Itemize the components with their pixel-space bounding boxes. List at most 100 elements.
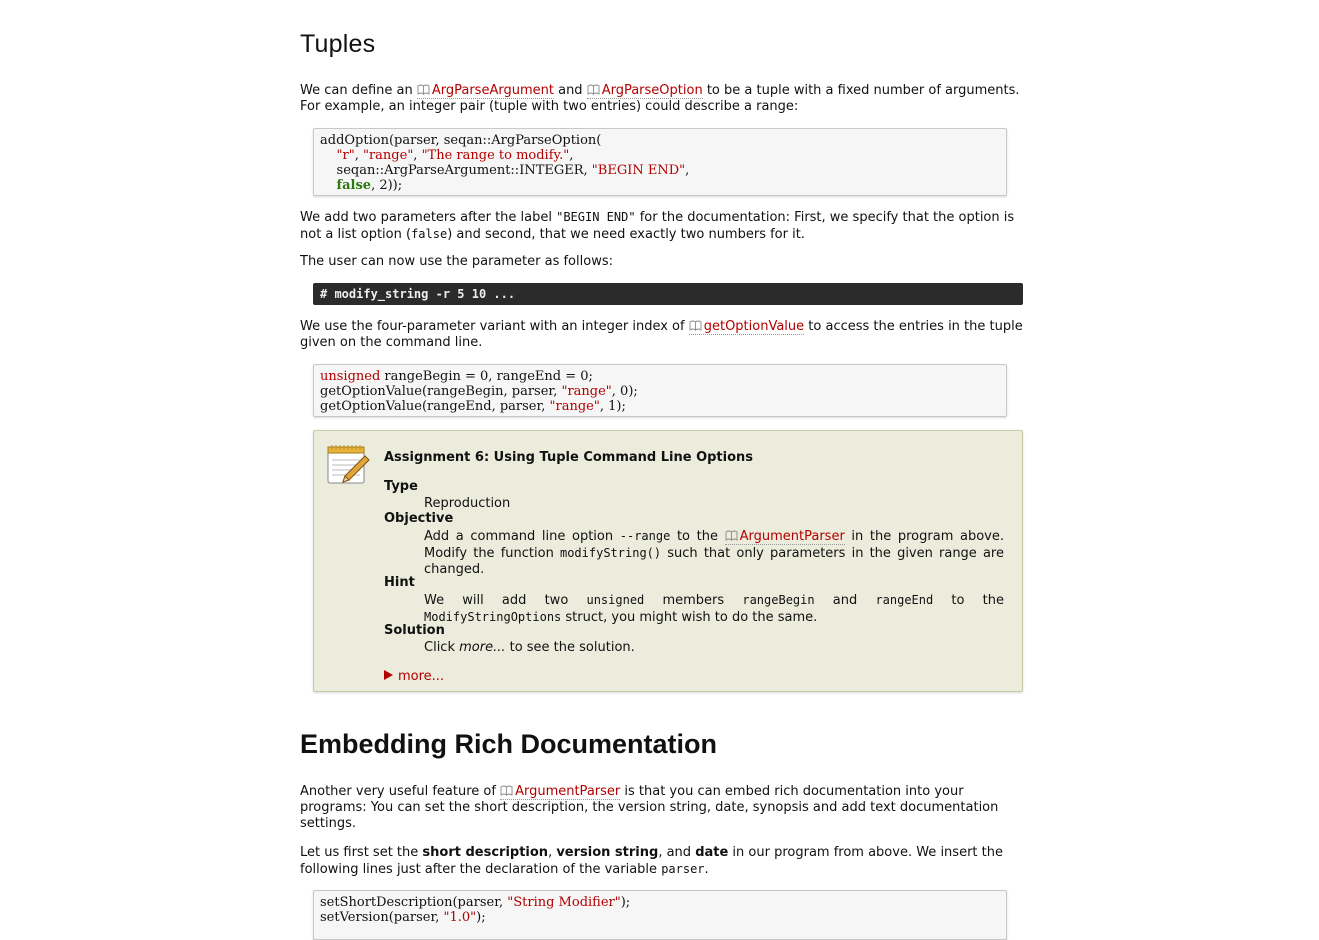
book-icon — [725, 530, 738, 541]
code-token: ); — [476, 910, 486, 925]
code-token: seqan::ArgParseArgument::INTEGER, — [320, 163, 592, 178]
inline-code: rangeBegin — [742, 593, 815, 607]
inline-code: ModifyStringOptions — [424, 610, 562, 624]
code-token: , 2)); — [371, 178, 403, 193]
book-icon — [689, 320, 702, 331]
text: Add a command line option — [424, 529, 620, 544]
text: to see the solution. — [505, 640, 635, 655]
link-getoptionvalue[interactable]: getOptionValue — [688, 319, 805, 335]
rich-paragraph-1: Another very useful feature of ArgumentP… — [300, 784, 1032, 832]
console-block: # modify_string -r 5 10 ... — [313, 283, 1023, 305]
link-text: ArgParseOption — [601, 83, 703, 98]
code-token: , — [354, 148, 363, 163]
link-argumentparser[interactable]: ArgumentParser — [724, 529, 845, 545]
code-token: addOption(parser, seqan::ArgParseOption( — [320, 133, 602, 148]
text: and — [814, 593, 876, 608]
notepad-pencil-icon — [327, 445, 370, 484]
bold-text: version string — [556, 845, 659, 860]
code-token: rangeBegin = 0, rangeEnd = 0; — [380, 369, 593, 384]
code-line: seqan::ArgParseArgument::INTEGER, "BEGIN… — [320, 163, 1000, 178]
text: to the — [933, 593, 1004, 608]
solution-label: Solution — [384, 623, 445, 638]
code-token: setVersion(parser, — [320, 910, 444, 925]
code-block-setdescription: setShortDescription(parser, "String Modi… — [313, 890, 1007, 940]
inline-code: unsigned — [586, 593, 645, 607]
text: . — [704, 862, 709, 877]
code-string: "BEGIN END" — [591, 163, 686, 178]
book-icon — [500, 785, 513, 796]
code-token: setShortDescription(parser, — [320, 895, 508, 910]
triangle-right-icon — [384, 670, 393, 680]
tuples-paragraph-2: We add two parameters after the label "B… — [300, 209, 1032, 243]
code-block-getoptionvalue: unsigned rangeBegin = 0, rangeEnd = 0; ge… — [313, 364, 1007, 417]
code-token: , 0); — [611, 384, 638, 399]
hint-text: We will add two unsigned members rangeBe… — [424, 592, 1004, 626]
code-line: unsigned rangeBegin = 0, rangeEnd = 0; — [320, 369, 1000, 384]
tuples-paragraph-3: The user can now use the parameter as fo… — [300, 254, 613, 269]
link-text: getOptionValue — [703, 319, 805, 334]
book-icon — [587, 84, 600, 95]
more-toggle[interactable]: more... — [384, 669, 444, 684]
link-argparseargument[interactable]: ArgParseArgument — [416, 83, 554, 99]
solution-text: Click more... to see the solution. — [424, 640, 1004, 656]
type-value: Reproduction — [424, 496, 511, 511]
code-line: addOption(parser, seqan::ArgParseOption( — [320, 133, 1000, 148]
text: We can define an — [300, 83, 417, 98]
inline-code: parser — [661, 862, 705, 876]
inline-code: false — [411, 227, 448, 241]
code-string: "The range to modify." — [421, 148, 570, 163]
tuples-intro-paragraph: We can define an ArgParseArgument and Ar… — [300, 83, 1032, 115]
text: Let us first set the — [300, 845, 423, 860]
objective-text: Add a command line option --range to the… — [424, 528, 1004, 578]
section-heading-tuples: Tuples — [300, 30, 376, 58]
link-text: ArgParseArgument — [431, 83, 554, 98]
code-string: "range" — [561, 384, 612, 399]
code-line: setShortDescription(parser, "String Modi… — [320, 895, 1000, 910]
assignment-title: Assignment 6: Using Tuple Command Line O… — [384, 450, 754, 465]
code-block-addoption: addOption(parser, seqan::ArgParseOption(… — [313, 128, 1007, 196]
code-line: setVersion(parser, "1.0"); — [320, 910, 1000, 925]
code-string: "String Modifier" — [507, 895, 621, 910]
text: We will add two — [424, 593, 587, 608]
code-token: getOptionValue(rangeBegin, parser, — [320, 384, 562, 399]
more-link[interactable]: more... — [398, 669, 444, 684]
code-token: getOptionValue(rangeEnd, parser, — [320, 399, 550, 414]
code-type: unsigned — [320, 369, 381, 384]
code-keyword: false — [336, 178, 372, 193]
text: , and — [658, 845, 696, 860]
code-token: , — [685, 163, 690, 178]
type-label: Type — [384, 479, 418, 494]
code-line: getOptionValue(rangeBegin, parser, "rang… — [320, 384, 1000, 399]
link-text: ArgumentParser — [515, 784, 621, 799]
code-token: , — [569, 148, 574, 163]
hint-label: Hint — [384, 575, 415, 590]
code-string: "r" — [336, 148, 355, 163]
link-argumentparser[interactable]: ArgumentParser — [500, 784, 621, 800]
link-text: ArgumentParser — [739, 529, 845, 544]
text: We use the four-parameter variant with a… — [300, 319, 689, 334]
inline-code: modifyString() — [559, 546, 662, 560]
inline-code: rangeEnd — [875, 593, 934, 607]
code-string: "range" — [549, 399, 600, 414]
text: ) and second, that we need exactly two n… — [447, 227, 805, 242]
code-line: false, 2)); — [320, 178, 1000, 193]
code-token: , 1); — [599, 399, 626, 414]
bold-text: date — [695, 845, 729, 860]
code-string: "1.0" — [443, 910, 477, 925]
rich-paragraph-2: Let us first set the short description , … — [300, 845, 1032, 878]
code-string: "range" — [362, 148, 414, 163]
assignment-box: Assignment 6: Using Tuple Command Line O… — [313, 430, 1023, 692]
objective-label: Objective — [384, 511, 454, 526]
bold-text: short description — [422, 845, 549, 860]
text: Another very useful feature of — [300, 784, 501, 799]
text: and — [553, 83, 587, 98]
code-token: , — [413, 148, 422, 163]
code-token: ); — [620, 895, 631, 910]
text: Click — [424, 640, 460, 655]
link-argparseoption[interactable]: ArgParseOption — [586, 83, 703, 99]
inline-code: --range — [619, 529, 671, 543]
code-line: getOptionValue(rangeEnd, parser, "range"… — [320, 399, 1000, 414]
tuples-paragraph-4: We use the four-parameter variant with a… — [300, 319, 1032, 351]
